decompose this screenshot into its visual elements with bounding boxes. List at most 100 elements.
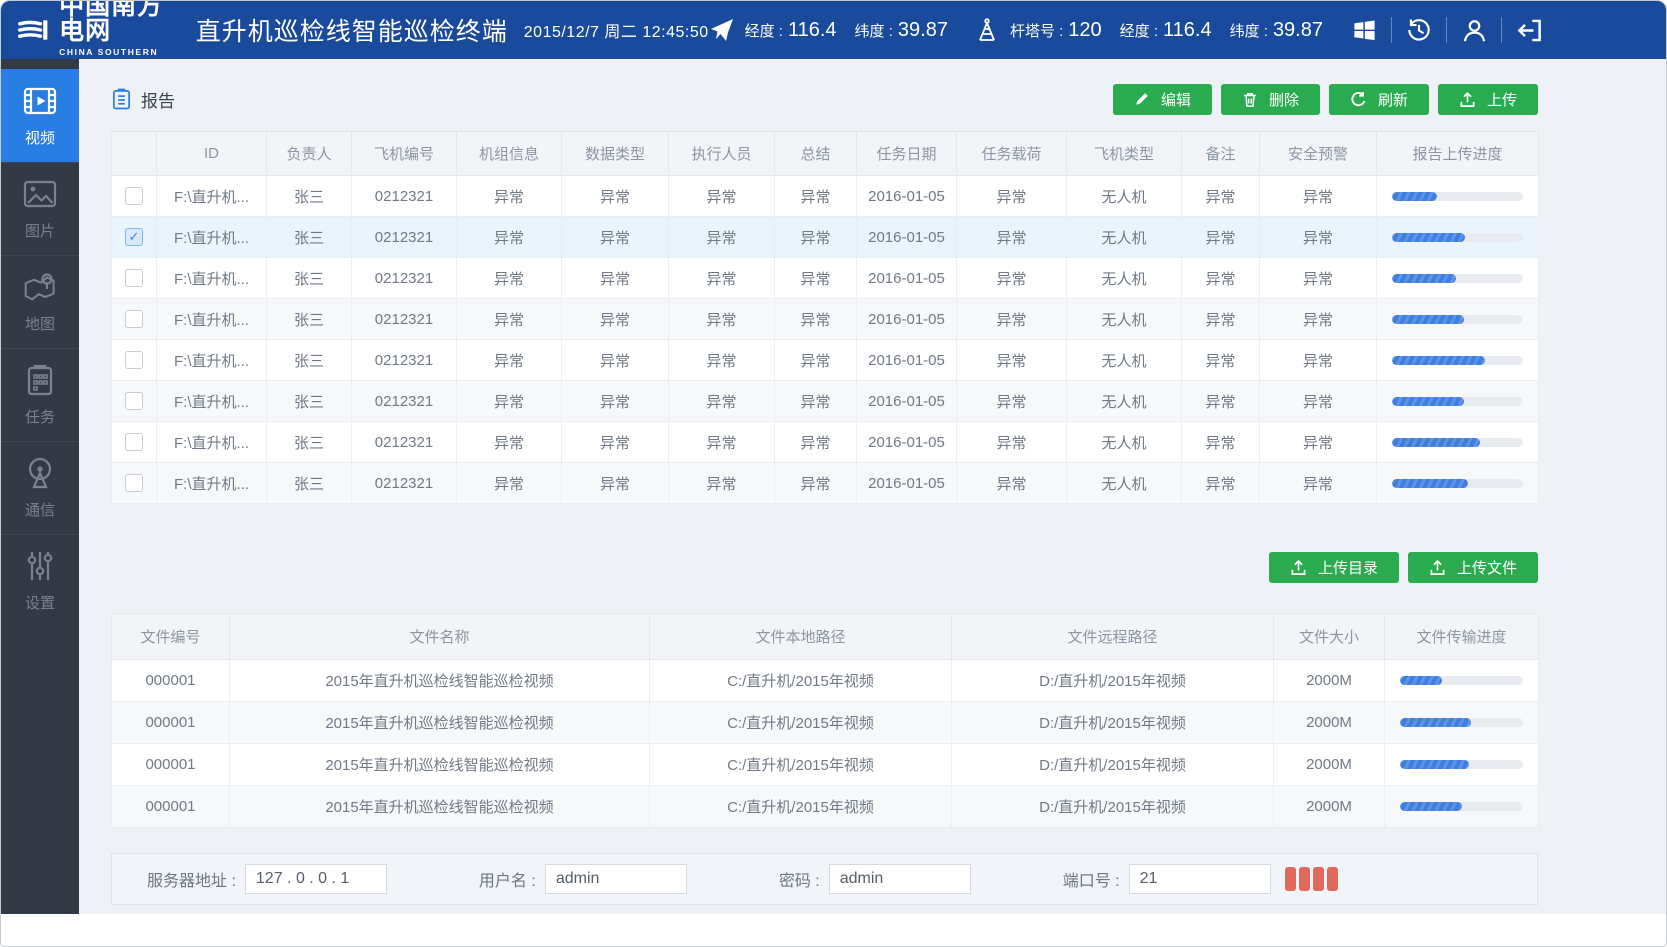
server-address-input[interactable]	[245, 864, 387, 894]
divider	[1446, 17, 1447, 43]
col-data-type: 数据类型	[562, 132, 669, 176]
report-upload-progressbar	[1392, 233, 1523, 242]
col-plane-type: 飞机类型	[1067, 132, 1182, 176]
file-row[interactable]: 0000012015年直升机巡检线智能巡检视频C:/直升机/2015年视频D:/…	[112, 786, 1539, 828]
report-row[interactable]: F:\直升机...张三0212321异常异常异常异常2016-01-05异常无人…	[112, 422, 1539, 463]
report-row[interactable]: F:\直升机...张三0212321异常异常异常异常2016-01-05异常无人…	[112, 381, 1539, 422]
tower-lat-label: 纬度 :	[1230, 20, 1268, 41]
cell-remote-path: D:/直升机/2015年视频	[952, 702, 1274, 744]
row-checkbox[interactable]	[125, 351, 143, 369]
cell-id: F:\直升机...	[157, 176, 267, 217]
cell-plane-type: 无人机	[1067, 299, 1182, 340]
sidebar-item-label: 设置	[25, 592, 55, 613]
cell-select	[112, 381, 157, 422]
cell-payload: 异常	[957, 463, 1067, 504]
cell-remark: 异常	[1182, 176, 1260, 217]
cell-id: F:\直升机...	[157, 258, 267, 299]
cell-plane-type: 无人机	[1067, 422, 1182, 463]
cell-local-path: C:/直升机/2015年视频	[650, 702, 952, 744]
file-row[interactable]: 0000012015年直升机巡检线智能巡检视频C:/直升机/2015年视频D:/…	[112, 702, 1539, 744]
cell-safety-warning: 异常	[1260, 340, 1377, 381]
cell-data-type: 异常	[562, 176, 669, 217]
file-row[interactable]: 0000012015年直升机巡检线智能巡检视频C:/直升机/2015年视频D:/…	[112, 744, 1539, 786]
cell-id: F:\直升机...	[157, 217, 267, 258]
cell-data-type: 异常	[562, 299, 669, 340]
upload-icon	[1429, 559, 1446, 576]
row-checkbox[interactable]	[125, 392, 143, 410]
cell-select	[112, 299, 157, 340]
edit-button[interactable]: 编辑	[1113, 84, 1212, 115]
cell-progress	[1385, 660, 1539, 702]
cell-safety-warning: 异常	[1260, 299, 1377, 340]
cell-safety-warning: 异常	[1260, 258, 1377, 299]
cell-summary: 异常	[775, 258, 857, 299]
cell-owner: 张三	[267, 422, 352, 463]
report-row[interactable]: F:\直升机...张三0212321异常异常异常异常2016-01-05异常无人…	[112, 299, 1539, 340]
sidebar-item-communication[interactable]: 通信	[1, 441, 79, 534]
report-row[interactable]: F:\直升机...张三0212321异常异常异常异常2016-01-05异常无人…	[112, 258, 1539, 299]
report-row[interactable]: F:\直升机...张三0212321异常异常异常异常2016-01-05异常无人…	[112, 340, 1539, 381]
row-checkbox[interactable]	[125, 187, 143, 205]
windows-icon[interactable]	[1349, 15, 1379, 45]
sidebar-item-settings[interactable]: 设置	[1, 534, 79, 627]
cell-crew-info: 异常	[457, 381, 562, 422]
sidebar-item-images[interactable]: 图片	[1, 162, 79, 255]
cell-progress	[1377, 217, 1539, 258]
sidebar-item-map[interactable]: 地图	[1, 255, 79, 348]
report-row[interactable]: F:\直升机...张三0212321异常异常异常异常2016-01-05异常无人…	[112, 463, 1539, 504]
cell-executor: 异常	[669, 217, 775, 258]
row-checkbox[interactable]	[125, 474, 143, 492]
upload-file-button[interactable]: 上传文件	[1408, 552, 1538, 583]
tower-lon-value: 116.4	[1163, 19, 1212, 42]
row-checkbox[interactable]	[125, 269, 143, 287]
cell-owner: 张三	[267, 463, 352, 504]
cell-file-name: 2015年直升机巡检线智能巡检视频	[230, 786, 650, 828]
tower-geo: 杆塔号 : 120 经度 : 116.4 纬度 : 39.87	[974, 17, 1323, 43]
cell-payload: 异常	[957, 258, 1067, 299]
cell-executor: 异常	[669, 299, 775, 340]
lat-value: 39.87	[898, 19, 948, 42]
cell-summary: 异常	[775, 422, 857, 463]
delete-button[interactable]: 删除	[1221, 84, 1320, 115]
cell-safety-warning: 异常	[1260, 381, 1377, 422]
upload-directory-button[interactable]: 上传目录	[1269, 552, 1399, 583]
cell-id: F:\直升机...	[157, 422, 267, 463]
row-checkbox[interactable]	[125, 433, 143, 451]
cell-progress	[1385, 786, 1539, 828]
cell-data-type: 异常	[562, 340, 669, 381]
connection-signal-bars	[1285, 867, 1338, 891]
row-checkbox-checked[interactable]	[125, 228, 143, 246]
sidebar: 视频 图片 地图 任务	[1, 59, 79, 914]
username-input[interactable]	[545, 864, 687, 894]
cell-file-no: 000001	[112, 660, 230, 702]
col-id: ID	[157, 132, 267, 176]
col-upload-progress: 报告上传进度	[1377, 132, 1539, 176]
header-icon-cluster	[1349, 15, 1544, 45]
cell-data-type: 异常	[562, 381, 669, 422]
cell-plane-no: 0212321	[352, 176, 457, 217]
refresh-button[interactable]: 刷新	[1329, 84, 1429, 115]
cell-file-no: 000001	[112, 744, 230, 786]
cell-file-size: 2000M	[1274, 702, 1385, 744]
row-checkbox[interactable]	[125, 310, 143, 328]
user-icon[interactable]	[1459, 15, 1489, 45]
upload-icon	[1459, 91, 1476, 108]
history-icon[interactable]	[1404, 15, 1434, 45]
report-row[interactable]: F:\直升机...张三0212321异常异常异常异常2016-01-05异常无人…	[112, 176, 1539, 217]
password-input[interactable]	[829, 864, 971, 894]
logout-icon[interactable]	[1514, 15, 1544, 45]
task-icon	[22, 363, 58, 397]
cell-file-size: 2000M	[1274, 660, 1385, 702]
report-row[interactable]: F:\直升机...张三0212321异常异常异常异常2016-01-05异常无人…	[112, 217, 1539, 258]
upload-button[interactable]: 上传	[1438, 84, 1538, 115]
cell-plane-no: 0212321	[352, 422, 457, 463]
cell-crew-info: 异常	[457, 463, 562, 504]
port-label: 端口号 :	[1063, 867, 1120, 891]
sidebar-item-tasks[interactable]: 任务	[1, 348, 79, 441]
file-row[interactable]: 0000012015年直升机巡检线智能巡检视频C:/直升机/2015年视频D:/…	[112, 660, 1539, 702]
cell-task-date: 2016-01-05	[857, 381, 957, 422]
port-input[interactable]	[1129, 864, 1271, 894]
cell-payload: 异常	[957, 422, 1067, 463]
sidebar-item-video[interactable]: 视频	[1, 69, 79, 162]
cell-summary: 异常	[775, 340, 857, 381]
